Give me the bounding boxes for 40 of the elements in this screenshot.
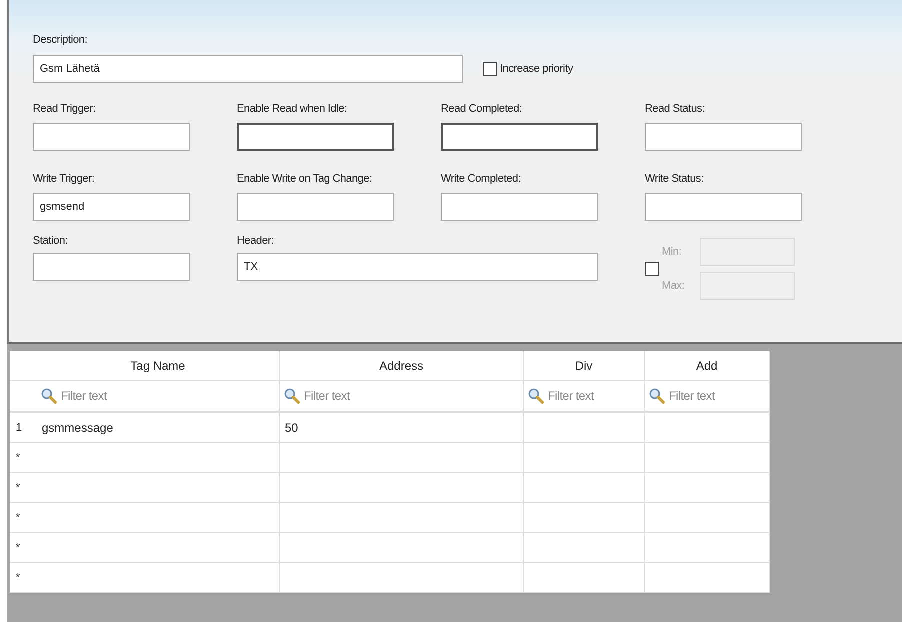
filter-field[interactable]: Filter text (61, 389, 151, 403)
field-label: Header: (237, 235, 276, 247)
field-label: Write Status: (645, 173, 705, 185)
field-label: Write Trigger: (33, 173, 96, 185)
text-field[interactable] (441, 123, 598, 151)
filter-field[interactable]: Filter text (669, 389, 759, 403)
field-label: Read Status: (645, 103, 706, 115)
search-icon (528, 388, 544, 404)
field-label: Write Completed: (441, 173, 522, 185)
search-icon (41, 388, 57, 404)
text-field[interactable] (441, 193, 598, 221)
field-label: Station: (33, 235, 69, 247)
text-field[interactable] (645, 193, 802, 221)
field-label: Read Completed: (441, 103, 524, 115)
field-label: Enable Read when Idle: (237, 103, 348, 115)
text-field[interactable] (237, 123, 394, 151)
text-field[interactable]: gsmsend (33, 193, 190, 221)
column-header[interactable]: Add (645, 351, 770, 381)
field-label: Description: (33, 34, 88, 46)
field-label: Read Trigger: (33, 103, 97, 115)
text-field[interactable]: TX (237, 253, 598, 281)
column-header[interactable]: Tag Name (37, 351, 280, 381)
field-label: Enable Write on Tag Change: (237, 173, 374, 185)
text-field[interactable] (237, 193, 394, 221)
search-icon (284, 388, 300, 404)
table-cell: gsmmessage (37, 413, 280, 443)
checkbox-label: Increase priority (500, 63, 574, 75)
checkbox[interactable] (483, 62, 497, 76)
column-header[interactable]: Address (280, 351, 524, 381)
field-label: Max: (662, 280, 686, 292)
filter-field[interactable]: Filter text (304, 389, 394, 403)
field-label: Min: (662, 246, 683, 258)
description-field[interactable]: Gsm Lähetä (33, 55, 463, 83)
text-field[interactable] (645, 123, 802, 151)
column-header[interactable]: Div (524, 351, 645, 381)
search-icon (649, 388, 665, 404)
table-cell: 50 (280, 413, 524, 443)
filter-field[interactable]: Filter text (548, 389, 638, 403)
text-field[interactable] (33, 253, 190, 281)
text-field[interactable] (33, 123, 190, 151)
